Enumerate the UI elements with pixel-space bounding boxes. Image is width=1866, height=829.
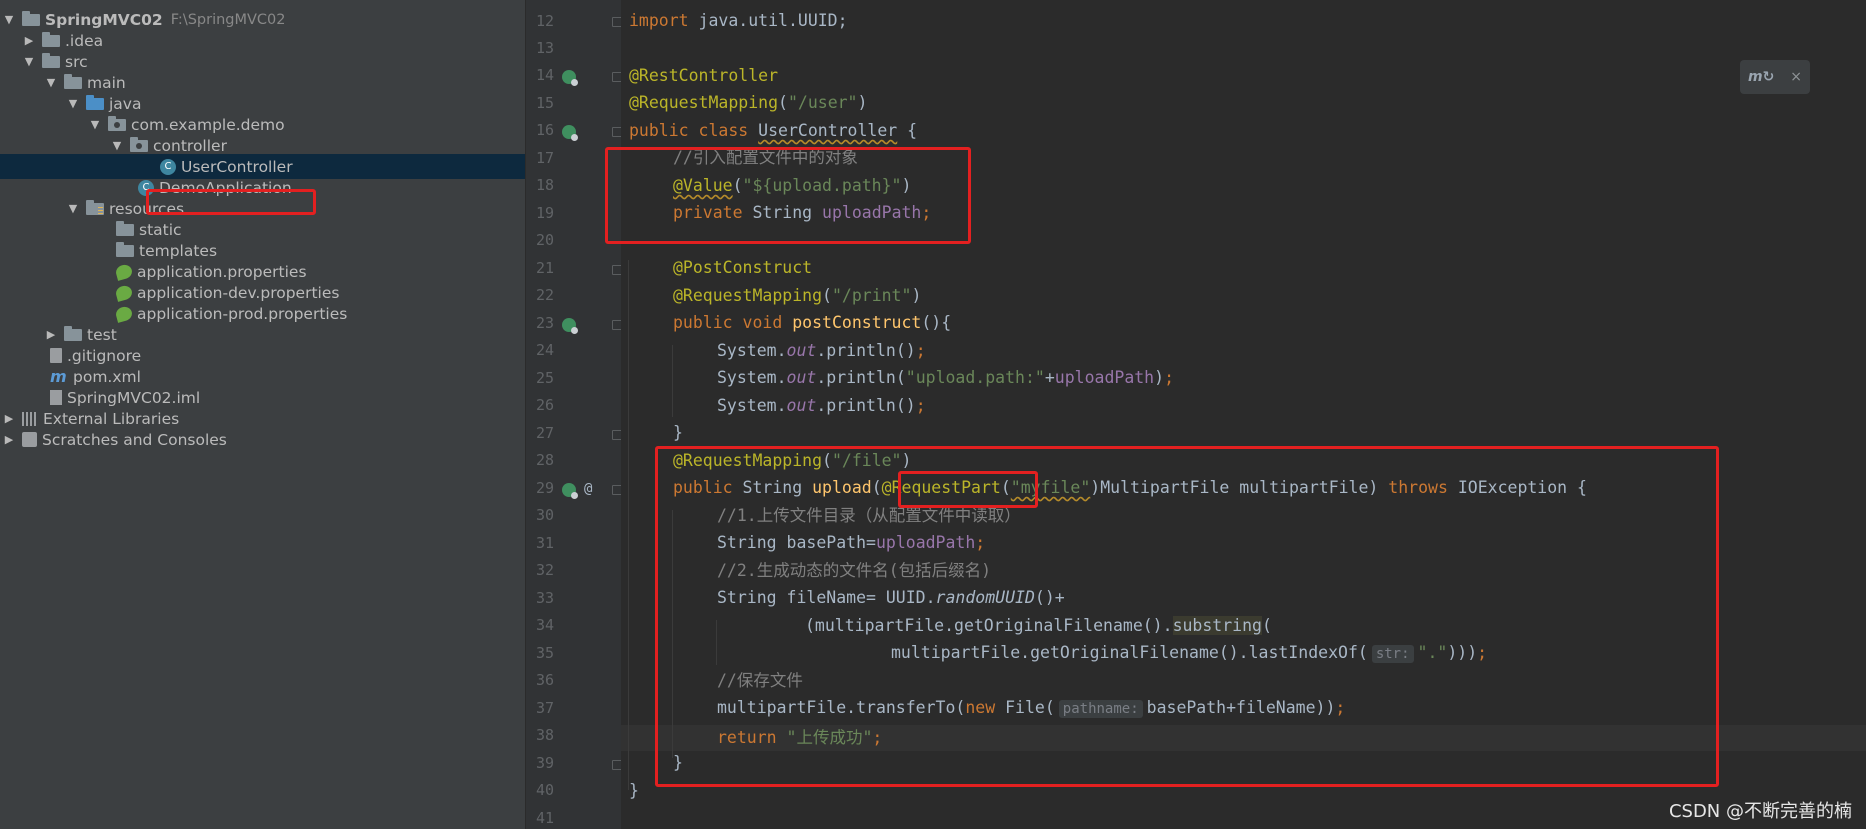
spring-properties-icon	[114, 262, 134, 281]
tree-node-scratches[interactable]: ▶ Scratches and Consoles	[0, 427, 525, 452]
gitignore-icon	[50, 348, 62, 363]
line-number: 20	[535, 231, 554, 249]
line-number: 40	[535, 781, 554, 799]
project-tree-panel: ▼ SpringMVC02 F:\SpringMVC02 ▶ .idea ▼ s…	[0, 0, 526, 829]
highlight-box-upload-method	[655, 446, 1719, 787]
maven-reload-popup[interactable]: m↻ ×	[1740, 60, 1810, 94]
expand-arrow-icon[interactable]: ▼	[88, 118, 102, 131]
maven-icon: m	[50, 366, 67, 386]
line-number: 24	[535, 341, 554, 359]
code-line-27: }	[673, 423, 683, 442]
line-number: 36	[535, 671, 554, 689]
spring-bean-gutter-icon[interactable]	[562, 70, 578, 86]
code-line-14: @RestController	[629, 66, 779, 85]
code-line-24: System.out.println();	[717, 341, 926, 360]
code-line-26: System.out.println();	[717, 396, 926, 415]
expand-arrow-icon[interactable]: ▼	[66, 202, 80, 215]
code-line-21: @PostConstruct	[673, 258, 813, 277]
line-number: 31	[535, 534, 554, 552]
code-line-12: import java.util.UUID;	[629, 11, 848, 30]
project-folder-icon	[22, 10, 40, 26]
code-line-25: System.out.println("upload.path:"+upload…	[717, 368, 1174, 387]
package-icon	[130, 136, 148, 152]
maven-reload-icon[interactable]: m↻	[1748, 69, 1774, 85]
tree-toolbar	[0, 0, 525, 6]
indent-guide	[672, 345, 673, 417]
spring-bean-gutter-icon[interactable]	[562, 318, 578, 334]
iml-icon	[50, 390, 62, 405]
spring-bean-gutter-icon[interactable]	[562, 483, 578, 499]
line-number: 35	[535, 644, 554, 662]
line-number: 13	[535, 39, 554, 57]
line-number: 21	[535, 259, 554, 277]
package-icon	[108, 115, 126, 131]
spring-bean-gutter-icon[interactable]	[562, 125, 578, 141]
line-number: 12	[535, 12, 554, 30]
watermark: CSDN @不断完善的楠	[1668, 801, 1852, 822]
editor-gutter[interactable]: 12 13 14 15 16 17 18 19 20 21 22 23 24 2…	[526, 0, 622, 829]
folder-icon	[64, 73, 82, 89]
line-number: 29	[535, 479, 554, 497]
line-number: 15	[535, 94, 554, 112]
collapse-arrow-icon[interactable]: ▶	[44, 328, 58, 341]
class-icon: C	[160, 158, 176, 175]
line-number: 28	[535, 451, 554, 469]
folder-icon	[64, 325, 82, 341]
code-line-23: public void postConstruct(){	[673, 313, 952, 332]
libraries-icon	[22, 411, 38, 426]
line-number: 26	[535, 396, 554, 414]
code-line-40: }	[629, 781, 639, 800]
expand-arrow-icon[interactable]: ▼	[22, 55, 36, 68]
line-number: 19	[535, 204, 554, 222]
scratches-icon	[22, 432, 37, 447]
folder-icon	[42, 52, 60, 68]
collapse-arrow-icon[interactable]: ▶	[2, 412, 16, 425]
line-number: 25	[535, 369, 554, 387]
line-number: 16	[535, 121, 554, 139]
code-line-22: @RequestMapping("/print")	[673, 286, 922, 305]
folder-icon	[116, 241, 134, 257]
line-number: 37	[535, 699, 554, 717]
line-number: 30	[535, 506, 554, 524]
code-line-16: public class UserController {	[629, 121, 918, 140]
collapse-arrow-icon[interactable]: ▶	[22, 34, 36, 47]
line-number: 23	[535, 314, 554, 332]
line-number: 39	[535, 754, 554, 772]
code-line-15: @RequestMapping("/user")	[629, 93, 868, 112]
expand-arrow-icon[interactable]: ▼	[110, 139, 124, 152]
folder-icon	[116, 220, 134, 236]
request-mapping-gutter-icon[interactable]: @	[584, 481, 592, 497]
folder-icon	[42, 31, 60, 47]
highlight-box-usercontroller	[146, 189, 316, 215]
highlight-box-requestpart	[898, 471, 1038, 508]
close-icon[interactable]: ×	[1790, 69, 1802, 85]
indent-guide	[628, 260, 629, 790]
line-number: 14	[535, 66, 554, 84]
line-number: 41	[535, 809, 554, 827]
line-number: 22	[535, 286, 554, 304]
line-number: 17	[535, 149, 554, 167]
highlight-box-value-field	[605, 147, 971, 244]
spring-properties-icon	[114, 283, 134, 302]
expand-arrow-icon[interactable]: ▼	[66, 97, 80, 110]
line-number: 27	[535, 424, 554, 442]
collapse-arrow-icon[interactable]: ▶	[2, 433, 16, 446]
resources-folder-icon	[86, 199, 104, 215]
line-number: 33	[535, 589, 554, 607]
spring-properties-icon	[114, 304, 134, 323]
line-number: 38	[535, 726, 554, 744]
source-folder-icon	[86, 94, 104, 110]
line-number: 34	[535, 616, 554, 634]
line-number: 32	[535, 561, 554, 579]
line-number: 18	[535, 176, 554, 194]
expand-arrow-icon[interactable]: ▼	[44, 76, 58, 89]
expand-arrow-icon[interactable]: ▼	[2, 13, 16, 26]
